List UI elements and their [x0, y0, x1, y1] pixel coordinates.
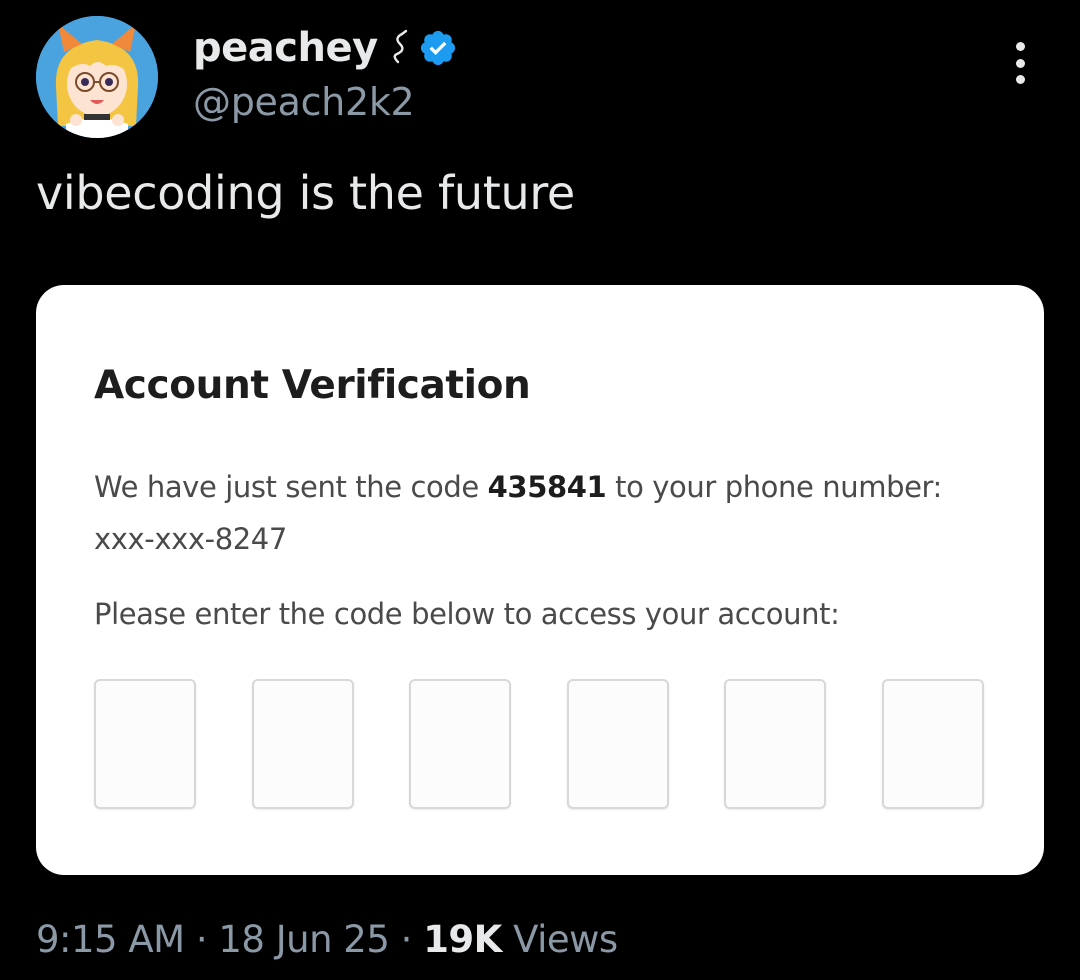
more-options-button[interactable]	[1000, 38, 1040, 88]
tweet-time[interactable]: 9:15 AM	[36, 918, 185, 961]
code-digit-input-4[interactable]	[566, 679, 669, 809]
code-digit-input-6[interactable]	[881, 679, 984, 809]
code-digit-input-3[interactable]	[409, 679, 512, 809]
more-dot-icon	[1015, 58, 1025, 68]
views-label: Views	[501, 918, 618, 961]
message-prefix: We have just sent the code	[94, 470, 488, 504]
more-dot-icon	[1015, 75, 1025, 84]
code-digit-input-5[interactable]	[724, 679, 827, 809]
name-row: peachey	[193, 22, 458, 74]
meta-separator: ·	[389, 918, 424, 961]
views-count[interactable]: 19K	[423, 918, 502, 961]
code-digit-input-1[interactable]	[94, 679, 196, 809]
swirl-icon	[393, 29, 407, 64]
card-message: We have just sent the code 435841 to you…	[94, 461, 974, 565]
code-input-row	[94, 679, 984, 809]
meta-separator: ·	[184, 918, 219, 961]
tweet-text: vibecoding is the future	[36, 166, 575, 220]
anime-avatar-icon	[36, 16, 158, 138]
user-handle[interactable]: @peach2k2	[193, 80, 458, 124]
card-title: Account Verification	[94, 363, 531, 408]
card-prompt: Please enter the code below to access yo…	[94, 597, 840, 631]
avatar[interactable]	[36, 16, 158, 138]
code-digit-input-2[interactable]	[251, 679, 354, 809]
redacted-area	[700, 40, 940, 100]
tweet-media-image[interactable]: Account Verification We have just sent t…	[36, 285, 1044, 875]
author-block: peachey @peach2k2	[193, 22, 458, 124]
verified-badge-icon	[420, 30, 455, 66]
tweet-date[interactable]: 18 Jun 25	[218, 918, 390, 961]
tweet-meta: 9:15 AM · 18 Jun 25 · 19K Views	[36, 918, 618, 961]
more-dot-icon	[1015, 42, 1025, 51]
display-name[interactable]: peachey	[193, 25, 378, 71]
verification-code: 435841	[487, 470, 607, 504]
